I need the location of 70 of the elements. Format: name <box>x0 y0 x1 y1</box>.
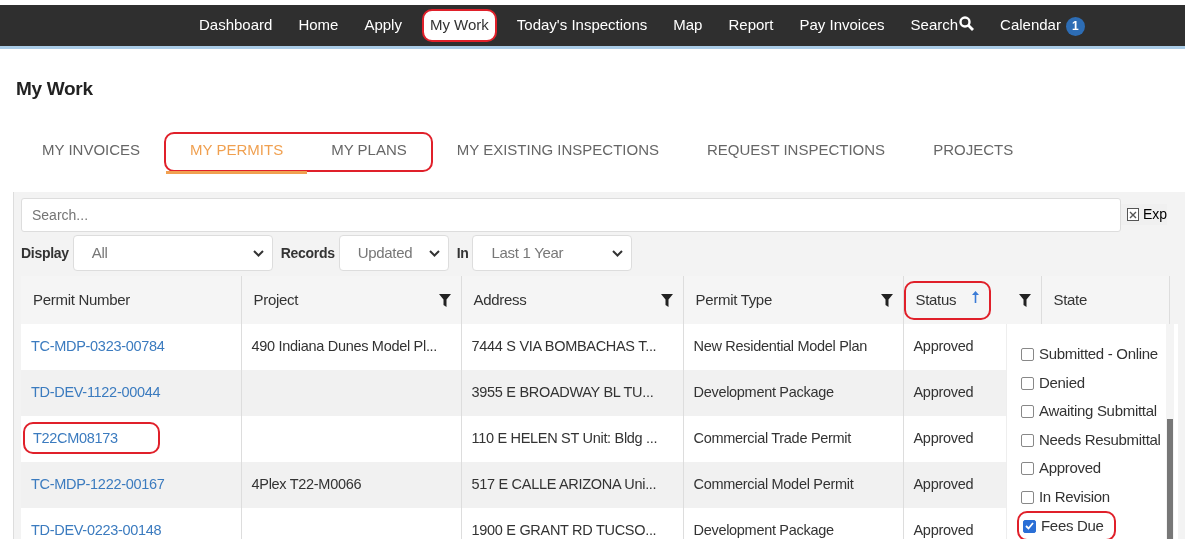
table-cell: Approved <box>913 338 974 355</box>
tab[interactable]: MY EXISTING INSPECTIONS <box>432 125 684 178</box>
nav-link[interactable]: Apply <box>358 11 408 40</box>
nav-link[interactable]: Report <box>722 11 780 40</box>
table-cell: Commercial Model Permit <box>693 476 854 493</box>
nav-link[interactable]: Pay Invoices <box>793 11 891 40</box>
spreadsheet-icon <box>1127 208 1139 221</box>
table-cell: 4Plex T22-M0066 <box>251 476 362 493</box>
filter-label: In <box>456 243 469 263</box>
sort-up-icon <box>972 291 980 303</box>
nav-link[interactable]: My Work <box>421 9 497 42</box>
checkbox[interactable] <box>1021 462 1034 475</box>
checkbox[interactable] <box>1021 490 1034 504</box>
filter-icon[interactable] <box>880 293 893 307</box>
tab[interactable]: REQUEST INSPECTIONS <box>683 125 910 178</box>
checkbox-option[interactable]: In Revision <box>1017 482 1114 512</box>
checkbox[interactable] <box>1021 376 1034 390</box>
filter-icon[interactable] <box>1018 293 1031 307</box>
count-badge: 1 <box>1065 17 1085 37</box>
checkbox-option[interactable]: Denied <box>1017 368 1089 398</box>
nav-link[interactable]: Home <box>292 11 345 40</box>
table-cell: 1900 E GRANT RD TUCSO... <box>471 522 657 539</box>
chevron-down-icon <box>612 249 624 257</box>
scrollbar[interactable] <box>1166 324 1174 539</box>
table-cell: 517 E CALLE ARIZONA Uni... <box>471 476 657 493</box>
chevron-down-icon <box>428 249 440 257</box>
checkbox-option[interactable]: Approved <box>1017 454 1105 483</box>
table-cell: Development Package <box>693 522 834 539</box>
table-cell: Approved <box>913 430 974 447</box>
checkbox[interactable] <box>1023 519 1036 533</box>
checkbox-option[interactable]: Fees Due <box>1017 511 1116 539</box>
table-cell: 490 Indiana Dunes Model Pl... <box>251 338 438 355</box>
table-cell: 110 E HELEN ST Unit: Bldg ... <box>471 430 658 447</box>
table-cell: Development Package <box>693 384 834 401</box>
checkbox[interactable] <box>1021 348 1034 361</box>
table-cell: Approved <box>913 384 974 401</box>
permit-link[interactable]: TC-MDP-0323-00784 <box>25 335 171 358</box>
checkbox-option[interactable]: Awaiting Submittal <box>1017 397 1161 426</box>
search-field[interactable]: Search... <box>21 197 1121 232</box>
table-cell: New Residential Model Plan <box>693 338 868 355</box>
permit-link[interactable]: T22CM08173 <box>23 422 160 455</box>
nav-link[interactable]: Map <box>667 11 709 40</box>
chevron-down-icon <box>252 249 264 257</box>
table-cell: Commercial Trade Permit <box>693 430 851 447</box>
dropdown-field[interactable]: Last 1 Year <box>472 235 633 272</box>
checkbox-option[interactable]: Submitted - Online <box>1017 340 1162 369</box>
checkbox[interactable] <box>1021 405 1034 418</box>
tab[interactable]: MY INVOICES <box>18 125 165 178</box>
table-cell: Approved <box>913 522 974 539</box>
tab[interactable]: PROJECTS <box>909 125 1038 178</box>
nav-link[interactable]: Today's Inspections <box>510 11 654 40</box>
filter-icon[interactable] <box>438 293 451 307</box>
search-icon <box>959 16 975 32</box>
dropdown-field[interactable]: Updated <box>338 235 449 272</box>
table-cell: 3955 E BROADWAY BL TU... <box>471 384 654 401</box>
table-cell: 7444 S VIA BOMBACHAS T... <box>471 338 657 355</box>
filter-label: Records <box>280 243 335 263</box>
checkbox-option[interactable]: Needs Resubmittal <box>1017 425 1165 455</box>
nav-link[interactable]: Calendar 1 <box>994 11 1091 40</box>
table-cell: Approved <box>913 476 974 493</box>
permit-link[interactable]: TD-DEV-0223-00148 <box>25 519 168 539</box>
nav-link[interactable]: Dashboard <box>193 11 279 40</box>
checkbox[interactable] <box>1021 433 1034 447</box>
filter-icon[interactable] <box>660 293 673 307</box>
page-title: My Work <box>16 77 94 101</box>
tab[interactable]: MY PLANS <box>307 129 431 174</box>
nav-link[interactable]: Search <box>904 11 981 40</box>
filter-label: Display <box>21 243 69 263</box>
dropdown-field[interactable]: All <box>72 235 273 272</box>
column-header[interactable]: Status <box>903 281 992 320</box>
